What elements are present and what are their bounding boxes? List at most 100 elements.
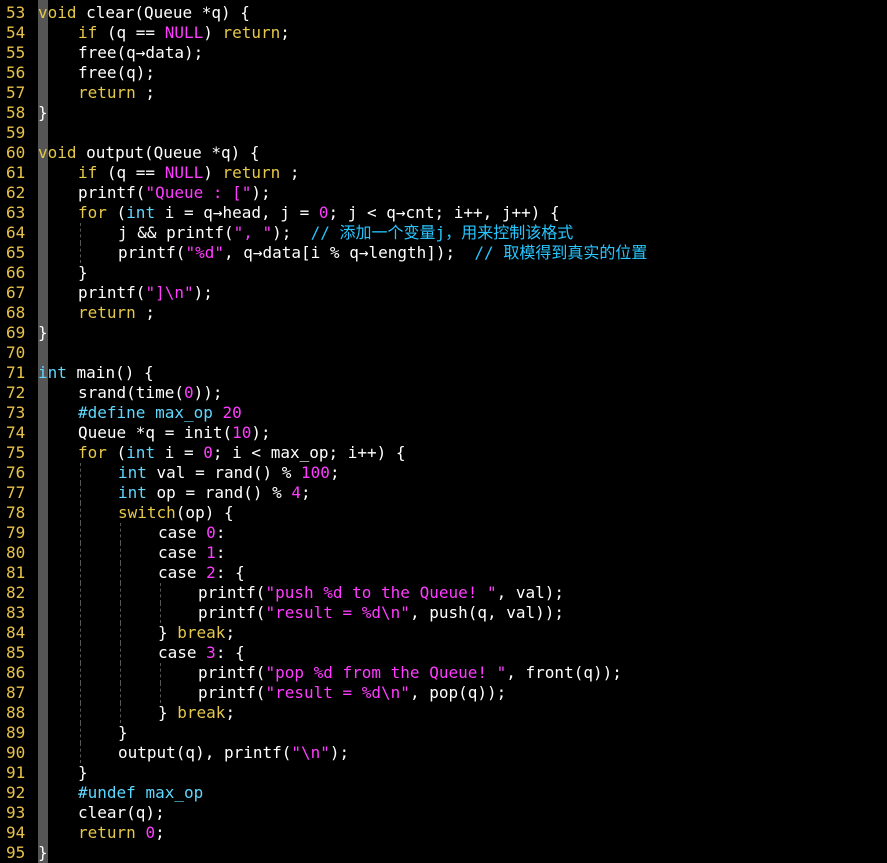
code-token: , front(q)); <box>506 663 622 682</box>
code-token: , pop(q)); <box>409 683 507 702</box>
code-token: 3 <box>206 643 216 662</box>
code-line[interactable]: 53 void clear(Queue *q) { <box>0 3 887 23</box>
code-line[interactable]: 71 int main() { <box>0 363 887 383</box>
code-text: return ; <box>78 303 155 323</box>
indent-guide <box>80 243 82 263</box>
code-line[interactable]: 56 free(q); <box>0 63 887 83</box>
code-line[interactable]: 58} <box>0 103 887 123</box>
code-line[interactable]: 69} <box>0 323 887 343</box>
line-number: 74 <box>6 423 26 442</box>
code-line[interactable]: 61 if (q == NULL) return ; <box>0 163 887 183</box>
code-line[interactable]: 94 return 0; <box>0 823 887 843</box>
indent-guide <box>120 583 122 603</box>
code-token: NULL <box>164 23 204 42</box>
code-line[interactable]: 92 #undef max_op <box>0 783 887 803</box>
code-text: case 1: <box>158 543 225 563</box>
code-text: clear(q); <box>78 803 165 823</box>
code-line[interactable]: 89} <box>0 723 887 743</box>
line-number: 69 <box>6 323 26 342</box>
code-line[interactable]: 64 j && printf(", "); // 添加一个变量j，用来控制该格式 <box>0 223 887 243</box>
code-token: 1 <box>206 543 216 562</box>
code-line[interactable]: 66} <box>0 263 887 283</box>
code-token: : { <box>215 643 245 662</box>
code-text: } <box>78 263 88 283</box>
code-token: clear(Queue *q) { <box>76 3 250 22</box>
code-line[interactable]: 54 if (q == NULL) return; <box>0 23 887 43</box>
line-number: 61 <box>6 163 26 182</box>
code-token: case <box>158 563 207 582</box>
code-token: 10 <box>232 423 252 442</box>
code-token: i = q→head, j = <box>155 203 319 222</box>
code-line[interactable]: 80 case 1: <box>0 543 887 563</box>
code-line[interactable]: 76 int val = rand() % 100; <box>0 463 887 483</box>
indent-guide <box>80 223 82 243</box>
code-token: case <box>158 643 207 662</box>
code-token: "Queue : [" <box>145 183 252 202</box>
code-token: : { <box>215 563 245 582</box>
code-line[interactable]: 90 output(q), printf("\n"); <box>0 743 887 763</box>
code-line[interactable]: 62 printf("Queue : ["); <box>0 183 887 203</box>
indent-guide <box>80 623 82 643</box>
code-token: ; <box>135 83 156 102</box>
line-number: 72 <box>6 383 26 402</box>
code-token: : <box>215 543 226 562</box>
line-number: 77 <box>6 483 26 502</box>
code-token: } <box>38 323 48 342</box>
code-line[interactable]: 85 case 3: { <box>0 643 887 663</box>
line-number: 76 <box>6 463 26 482</box>
code-line[interactable]: 57 return ; <box>0 83 887 103</box>
code-line[interactable]: 87 printf("result = %d\n", pop(q)); <box>0 683 887 703</box>
code-line[interactable]: 59 <box>0 123 887 143</box>
code-line[interactable]: 73 #define max_op 20 <box>0 403 887 423</box>
indent-guide <box>80 483 82 503</box>
code-token: 0 <box>203 443 213 462</box>
code-text: if (q == NULL) return ; <box>78 163 300 183</box>
line-number: 71 <box>6 363 26 382</box>
code-line[interactable]: 74 Queue *q = init(10); <box>0 423 887 443</box>
code-line[interactable]: 72 srand(time(0)); <box>0 383 887 403</box>
code-line[interactable]: 83 printf("result = %d\n", push(q, val)); <box>0 603 887 623</box>
code-line[interactable]: 91} <box>0 763 887 783</box>
code-line[interactable]: 81 case 2: { <box>0 563 887 583</box>
code-line[interactable]: 55 free(q→data); <box>0 43 887 63</box>
code-line[interactable]: 60 void output(Queue *q) { <box>0 143 887 163</box>
code-editor[interactable]: 53 void clear(Queue *q) {54 if (q == NULL)… <box>0 0 887 863</box>
code-text: for (int i = 0; i < max_op; i++) { <box>78 443 406 463</box>
code-line[interactable]: 95} <box>0 843 887 863</box>
code-token: int <box>118 483 147 502</box>
code-token: ; <box>155 823 165 842</box>
indent-guide <box>80 543 82 563</box>
code-line[interactable]: 70 <box>0 343 887 363</box>
code-token: ( <box>106 203 127 222</box>
code-line[interactable]: 79 case 0: <box>0 523 887 543</box>
code-token: #define <box>78 403 146 422</box>
code-line[interactable]: 78 switch(op) { <box>0 503 887 523</box>
code-token: 0 <box>145 823 156 842</box>
line-number: 55 <box>6 43 26 62</box>
code-line[interactable]: 93 clear(q); <box>0 803 887 823</box>
code-line[interactable]: 86 printf("pop %d from the Queue! ", fron… <box>0 663 887 683</box>
code-line[interactable]: 82 printf("push %d to the Queue! ", val); <box>0 583 887 603</box>
indent-guide <box>80 723 82 743</box>
code-line[interactable]: 84} break; <box>0 623 887 643</box>
code-token: (op) { <box>175 503 234 522</box>
line-number: 89 <box>6 723 26 742</box>
code-token: j && printf( <box>118 223 234 242</box>
code-text: switch(op) { <box>118 503 234 523</box>
code-line[interactable]: 77 int op = rand() % 4; <box>0 483 887 503</box>
code-token: int <box>38 363 67 382</box>
code-line[interactable]: 67 printf("]\n"); <box>0 283 887 303</box>
indent-guide <box>120 623 122 643</box>
code-token: for <box>78 443 107 462</box>
code-line[interactable]: 88} break; <box>0 703 887 723</box>
indent-guide <box>120 643 122 663</box>
code-line[interactable]: 63 for (int i = q→head, j = 0; j < q→cnt;… <box>0 203 887 223</box>
line-number: 75 <box>6 443 26 462</box>
code-token: if <box>78 163 98 182</box>
code-text: case 2: { <box>158 563 245 583</box>
code-line[interactable]: 75 for (int i = 0; i < max_op; i++) { <box>0 443 887 463</box>
code-line[interactable]: 68 return ; <box>0 303 887 323</box>
code-token: ); <box>193 283 213 302</box>
code-token: 0 <box>183 383 194 402</box>
code-line[interactable]: 65 printf("%d", q→data[i % q→length]); //… <box>0 243 887 263</box>
